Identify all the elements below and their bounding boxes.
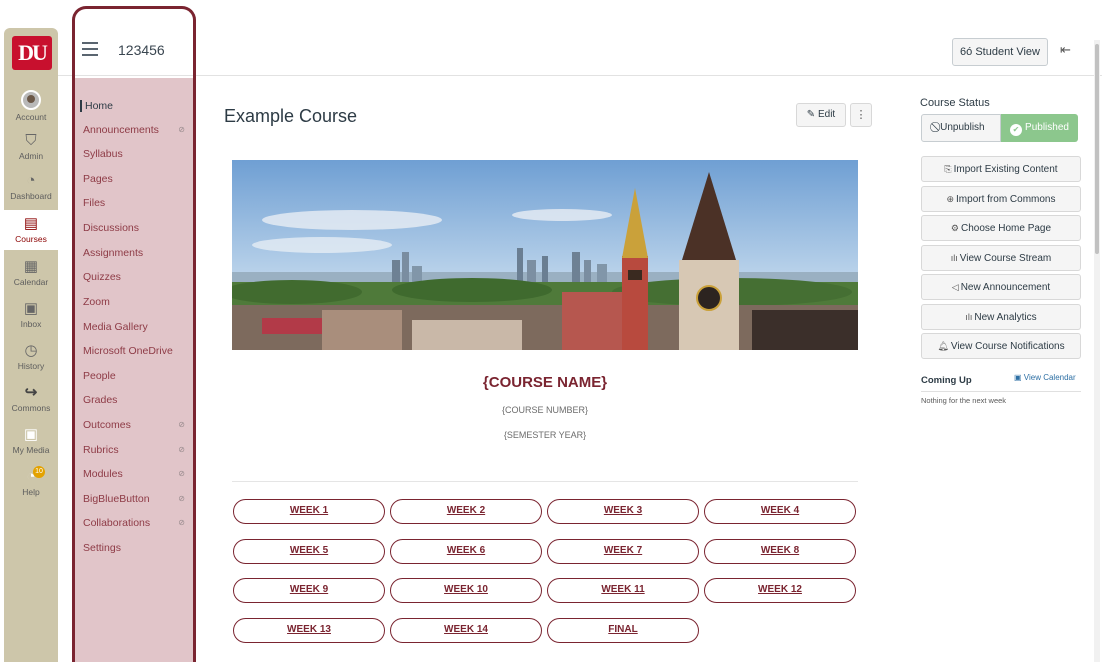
avatar: [21, 90, 41, 110]
pencil-icon: ✎: [806, 109, 816, 120]
side-btn-label: Import from Commons: [956, 194, 1056, 205]
student-view-button[interactable]: 6ó Student View: [952, 38, 1048, 66]
clock-icon: ◷: [24, 342, 38, 359]
gnav-dashboard-label: Dashboard: [10, 191, 52, 201]
gnav-commons[interactable]: ↪ Commons: [4, 384, 58, 413]
gnav-my-media[interactable]: ▣ My Media: [4, 426, 58, 455]
gnav-courses[interactable]: ▤ Courses: [4, 210, 58, 250]
megaphone-icon: ◁: [951, 282, 959, 292]
media-icon: ▣: [23, 426, 39, 443]
gnav-commons-label: Commons: [11, 403, 51, 413]
gnav-help[interactable]: ◔ 10 Help: [4, 466, 58, 497]
week-6-button[interactable]: WEEK 6: [390, 539, 542, 564]
gnav-history[interactable]: ◷ History: [4, 342, 58, 371]
bar-chart-icon: ılı: [950, 253, 958, 263]
global-nav: DU Account ⛉ Admin ◔ Dashboard ▤ Courses…: [4, 28, 58, 662]
week-1-button[interactable]: WEEK 1: [233, 499, 385, 524]
calendar-icon: ▦: [23, 258, 39, 275]
gear-icon: ⚙: [950, 223, 959, 233]
analytics-icon: ılı: [965, 312, 973, 322]
side-btn-label: New Analytics: [974, 312, 1037, 323]
unpublish-button[interactable]: ⃠ Unpublish: [921, 114, 1001, 142]
gnav-inbox[interactable]: ▣ Inbox: [4, 300, 58, 329]
side-btn-label: Import Existing Content: [953, 164, 1058, 175]
view-course-stream-button[interactable]: ılı View Course Stream: [921, 245, 1081, 271]
import-icon: ⎘: [944, 164, 952, 174]
coming-up-heading: Coming Up: [921, 375, 972, 386]
du-logo[interactable]: DU: [12, 36, 52, 70]
gnav-account[interactable]: Account: [4, 90, 58, 122]
calendar-icon: ▣: [1014, 373, 1024, 382]
gnav-dashboard[interactable]: ◔ Dashboard: [4, 172, 58, 201]
edit-button[interactable]: ✎ Edit: [796, 103, 846, 127]
week-7-button[interactable]: WEEK 7: [547, 539, 699, 564]
inbox-icon: ▣: [23, 300, 39, 317]
gnav-history-label: History: [17, 361, 45, 371]
week-13-button[interactable]: WEEK 13: [233, 618, 385, 643]
gnav-inbox-label: Inbox: [20, 319, 42, 329]
more-options-button[interactable]: ⋮: [850, 103, 872, 127]
coming-up-divider: [921, 391, 1081, 392]
final-button[interactable]: FINAL: [547, 618, 699, 643]
student-view-label: Student View: [975, 46, 1040, 58]
side-btn-label: View Course Stream: [959, 253, 1052, 264]
week-5-button[interactable]: WEEK 5: [233, 539, 385, 564]
choose-home-page-button[interactable]: ⚙ Choose Home Page: [921, 215, 1081, 241]
unpublish-label: Unpublish: [940, 122, 985, 133]
gnav-calendar-label: Calendar: [13, 277, 49, 287]
new-analytics-button[interactable]: ılı New Analytics: [921, 304, 1081, 330]
week-11-button[interactable]: WEEK 11: [547, 578, 699, 603]
week-14-button[interactable]: WEEK 14: [390, 618, 542, 643]
top-bar: 123456 6ó Student View ⇤: [58, 28, 1102, 76]
check-icon: ✔: [1010, 124, 1023, 136]
nothing-next-week: Nothing for the next week: [921, 396, 1007, 405]
course-name: {COURSE NAME}: [482, 374, 608, 391]
import-existing-content-button[interactable]: ⎘ Import Existing Content: [921, 156, 1081, 182]
bell-icon: 🔔︎: [937, 341, 949, 351]
week-12-button[interactable]: WEEK 12: [704, 578, 856, 603]
gnav-account-label: Account: [15, 112, 47, 122]
side-btn-label: Choose Home Page: [961, 223, 1052, 234]
commons-icon: ⊕: [946, 194, 955, 204]
week-8-button[interactable]: WEEK 8: [704, 539, 856, 564]
gnav-admin[interactable]: ⛉ Admin: [4, 132, 58, 161]
week-4-button[interactable]: WEEK 4: [704, 499, 856, 524]
campus-banner-image: [232, 160, 858, 350]
page-title: Example Course: [224, 106, 358, 126]
published-label: Published: [1025, 122, 1069, 133]
week-10-button[interactable]: WEEK 10: [390, 578, 542, 603]
view-calendar-label: View Calendar: [1023, 373, 1076, 382]
new-announcement-button[interactable]: ◁ New Announcement: [921, 274, 1081, 300]
gnav-calendar[interactable]: ▦ Calendar: [4, 258, 58, 287]
shield-icon: ⛉: [25, 132, 37, 149]
view-calendar-link[interactable]: ▣ View Calendar: [1014, 373, 1076, 382]
help-badge: 10: [33, 466, 45, 478]
content-divider: [232, 481, 858, 482]
dashboard-icon: ◔: [26, 172, 36, 189]
view-course-notifications-button[interactable]: 🔔︎ View Course Notifications: [921, 333, 1081, 359]
commons-arrow-icon: ↪: [24, 384, 38, 401]
collapse-sidebar-icon[interactable]: ⇤: [1060, 42, 1071, 58]
highlight-outline: [72, 6, 196, 662]
scrollbar-thumb[interactable]: [1095, 44, 1099, 254]
week-3-button[interactable]: WEEK 3: [547, 499, 699, 524]
gnav-help-label: Help: [22, 487, 40, 497]
week-2-button[interactable]: WEEK 2: [390, 499, 542, 524]
book-icon: ▤: [23, 215, 39, 232]
side-btn-label: New Announcement: [960, 282, 1051, 293]
week-9-button[interactable]: WEEK 9: [233, 578, 385, 603]
gnav-admin-label: Admin: [18, 151, 44, 161]
help-icon: ◔: [26, 468, 36, 485]
side-btn-label: View Course Notifications: [950, 341, 1065, 352]
course-status-label: Course Status: [920, 97, 990, 109]
published-button[interactable]: ✔ Published: [1001, 114, 1078, 142]
course-number: {COURSE NUMBER}: [501, 405, 589, 415]
edit-label: Edit: [817, 109, 836, 120]
glasses-icon: 6ó: [960, 46, 973, 58]
semester-year: {SEMESTER YEAR}: [503, 430, 587, 440]
gnav-courses-label: Courses: [15, 234, 47, 244]
import-from-commons-button[interactable]: ⊕ Import from Commons: [921, 186, 1081, 212]
gnav-my-media-label: My Media: [12, 445, 50, 455]
